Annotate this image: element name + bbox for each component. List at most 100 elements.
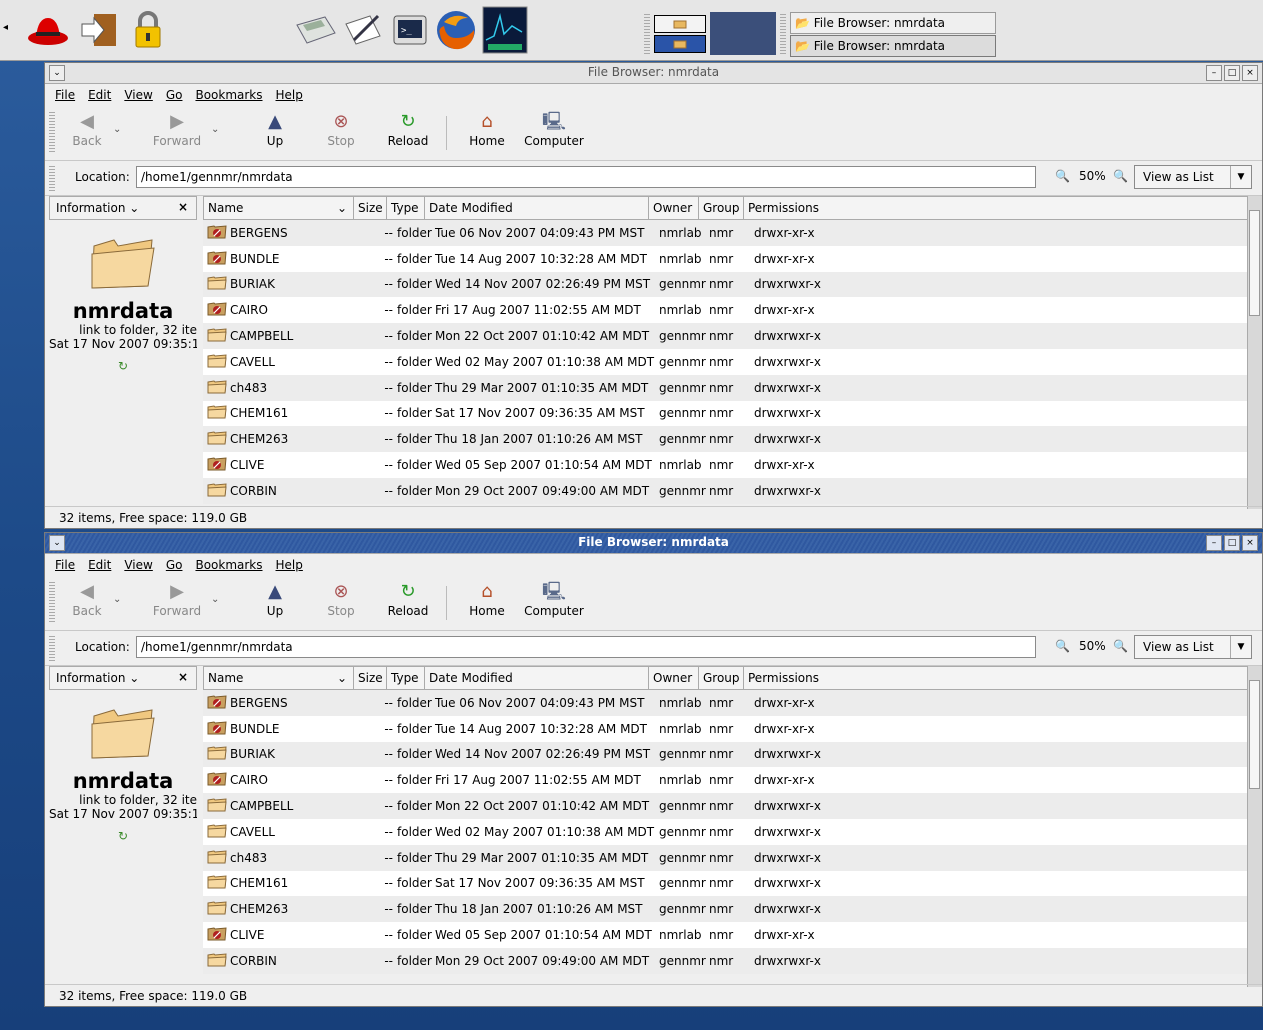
scroll-thumb[interactable] [1249,210,1260,316]
table-row[interactable]: BUNDLE -- folder Tue 14 Aug 2007 10:32:28 A… [203,715,1248,742]
maximize-button[interactable]: □ [1224,535,1240,551]
minimize-button[interactable]: – [1206,65,1222,81]
workspace-2[interactable] [654,35,706,53]
column-size[interactable]: Size [354,667,387,689]
location-grip[interactable] [49,165,55,191]
sidebar-type-select[interactable]: Information ⌄ × [49,666,197,690]
zoom-level[interactable]: 50% [1079,169,1106,183]
table-row[interactable]: CLIVE -- folder Wed 05 Sep 2007 01:10:54 AM… [203,452,1248,478]
scroll-thumb[interactable] [1249,680,1260,789]
zoom-level[interactable]: 50% [1079,639,1106,653]
column-date[interactable]: Date Modified [425,667,649,689]
table-row[interactable]: BUNDLE -- folder Tue 14 Aug 2007 10:32:28 A… [203,245,1248,272]
remote-login-icon[interactable] [78,8,122,52]
title-bar[interactable]: ⌄ File Browser: nmrdata – □ × [45,63,1262,84]
column-size[interactable]: Size [354,197,387,219]
table-row[interactable]: CORBIN -- folder Mon 29 Oct 2007 09:49:00 A… [203,477,1248,504]
view-as-select[interactable]: View as List ▼ [1134,635,1252,659]
sidebar-close-button[interactable]: × [178,670,188,684]
vertical-scrollbar[interactable] [1247,196,1262,509]
menu-view[interactable]: View [124,88,152,102]
minimize-button[interactable]: – [1206,535,1222,551]
table-row[interactable]: CAMPBELL -- folder Mon 22 Oct 2007 01:10:42… [203,323,1248,349]
task-button-active[interactable]: 📂 File Browser: nmrdata [790,35,996,57]
column-name[interactable]: Name ⌄ [204,667,354,689]
workspace-1[interactable] [654,15,706,33]
reload-button[interactable]: ↻ Reload [385,580,431,618]
column-group[interactable]: Group [699,667,744,689]
forward-button[interactable]: ▶ Forward [149,580,205,618]
menu-file[interactable]: File [55,88,75,102]
back-history-icon[interactable]: ⌄ [113,594,121,605]
sidebar-type-select[interactable]: Information ⌄ × [49,196,197,220]
terminal-icon[interactable]: >_ [388,8,432,52]
table-row[interactable]: BURIAK -- folder Wed 14 Nov 2007 02:26:49 P… [203,271,1248,298]
table-row[interactable]: BURIAK -- folder Wed 14 Nov 2007 02:26:49 P… [203,741,1248,768]
table-row[interactable]: CAMPBELL -- folder Mon 22 Oct 2007 01:10:42… [203,793,1248,819]
back-button[interactable]: ◀ Back [67,580,107,618]
stop-button[interactable]: ⊗ Stop [321,580,361,618]
toolbar-grip[interactable] [49,582,55,622]
menu-edit[interactable]: Edit [88,558,111,572]
table-row[interactable]: ch483 -- folder Thu 29 Mar 2007 01:10:35 AM… [203,844,1248,871]
table-row[interactable]: BERGENS -- folder Tue 06 Nov 2007 04:09:43 … [203,690,1248,716]
table-row[interactable]: CAVELL -- folder Wed 02 May 2007 01:10:38 A… [203,818,1248,845]
redhat-menu-icon[interactable] [26,8,70,52]
firefox-icon[interactable] [434,8,478,52]
table-row[interactable]: ch483 -- folder Thu 29 Mar 2007 01:10:35 AM… [203,374,1248,401]
file-browser-window-active[interactable]: ⌄ File Browser: nmrdata – □ × File Edit … [44,532,1263,1007]
forward-history-icon[interactable]: ⌄ [211,594,219,605]
reload-button[interactable]: ↻ Reload [385,110,431,148]
column-type[interactable]: Type [387,197,425,219]
system-monitor-icon[interactable] [480,6,530,54]
column-date[interactable]: Date Modified [425,197,649,219]
menu-go[interactable]: Go [166,558,183,572]
computer-button[interactable]: 🖳 Computer [523,580,585,618]
vertical-scrollbar[interactable] [1247,666,1262,987]
zoom-in-icon[interactable]: 🔍 [1113,169,1128,183]
table-row[interactable]: CLIVE -- folder Wed 05 Sep 2007 01:10:54 AM… [203,922,1248,948]
menu-file[interactable]: File [55,558,75,572]
up-button[interactable]: ▲ Up [255,110,295,148]
menu-go[interactable]: Go [166,88,183,102]
workspace-switcher[interactable] [654,13,706,55]
close-button[interactable]: × [1242,65,1258,81]
table-row[interactable]: BERGENS -- folder Tue 06 Nov 2007 04:09:43 … [203,220,1248,246]
table-row[interactable]: CHEM263 -- folder Thu 18 Jan 2007 01:10:26 … [203,426,1248,453]
workspace-preview[interactable] [710,12,776,55]
location-input[interactable]: /home1/gennmr/nmrdata [136,166,1036,188]
menu-bookmarks[interactable]: Bookmarks [195,88,262,102]
table-row[interactable]: CORBIN -- folder Mon 29 Oct 2007 09:49:00 A… [203,947,1248,974]
back-button[interactable]: ◀ Back [67,110,107,148]
table-row[interactable]: CAVELL -- folder Wed 02 May 2007 01:10:38 A… [203,348,1248,375]
column-owner[interactable]: Owner [649,667,699,689]
maximize-button[interactable]: □ [1224,65,1240,81]
lock-screen-icon[interactable] [126,8,170,52]
task-button[interactable]: 📂 File Browser: nmrdata [790,12,996,34]
table-row[interactable]: CHEM263 -- folder Thu 18 Jan 2007 01:10:26 … [203,896,1248,923]
menu-view[interactable]: View [124,558,152,572]
menu-edit[interactable]: Edit [88,88,111,102]
stop-button[interactable]: ⊗ Stop [321,110,361,148]
home-button[interactable]: ⌂ Home [465,110,509,148]
back-history-icon[interactable]: ⌄ [113,124,121,135]
text-editor-icon[interactable] [342,8,386,52]
table-row[interactable]: CAIRO -- folder Fri 17 Aug 2007 11:02:55 AM… [203,297,1248,324]
file-browser-window-inactive[interactable]: ⌄ File Browser: nmrdata – □ × File Edit … [44,62,1263,529]
toolbar-grip[interactable] [49,112,55,152]
table-row[interactable]: CHEM161 -- folder Sat 17 Nov 2007 09:36:35 … [203,870,1248,897]
column-group[interactable]: Group [699,197,744,219]
zoom-out-icon[interactable]: 🔍 [1055,639,1070,653]
table-row[interactable]: CHEM161 -- folder Sat 17 Nov 2007 09:36:35 … [203,400,1248,427]
column-owner[interactable]: Owner [649,197,699,219]
sidebar-close-button[interactable]: × [178,200,188,214]
menu-bookmarks[interactable]: Bookmarks [195,558,262,572]
computer-button[interactable]: 🖳 Computer [523,110,585,148]
column-name[interactable]: Name ⌄ [204,197,354,219]
forward-history-icon[interactable]: ⌄ [211,124,219,135]
view-as-select[interactable]: View as List ▼ [1134,165,1252,189]
column-permissions[interactable]: Permissions [744,667,1247,689]
home-button[interactable]: ⌂ Home [465,580,509,618]
title-bar[interactable]: ⌄ File Browser: nmrdata – □ × [45,533,1262,554]
panel-grip[interactable] [644,12,650,54]
